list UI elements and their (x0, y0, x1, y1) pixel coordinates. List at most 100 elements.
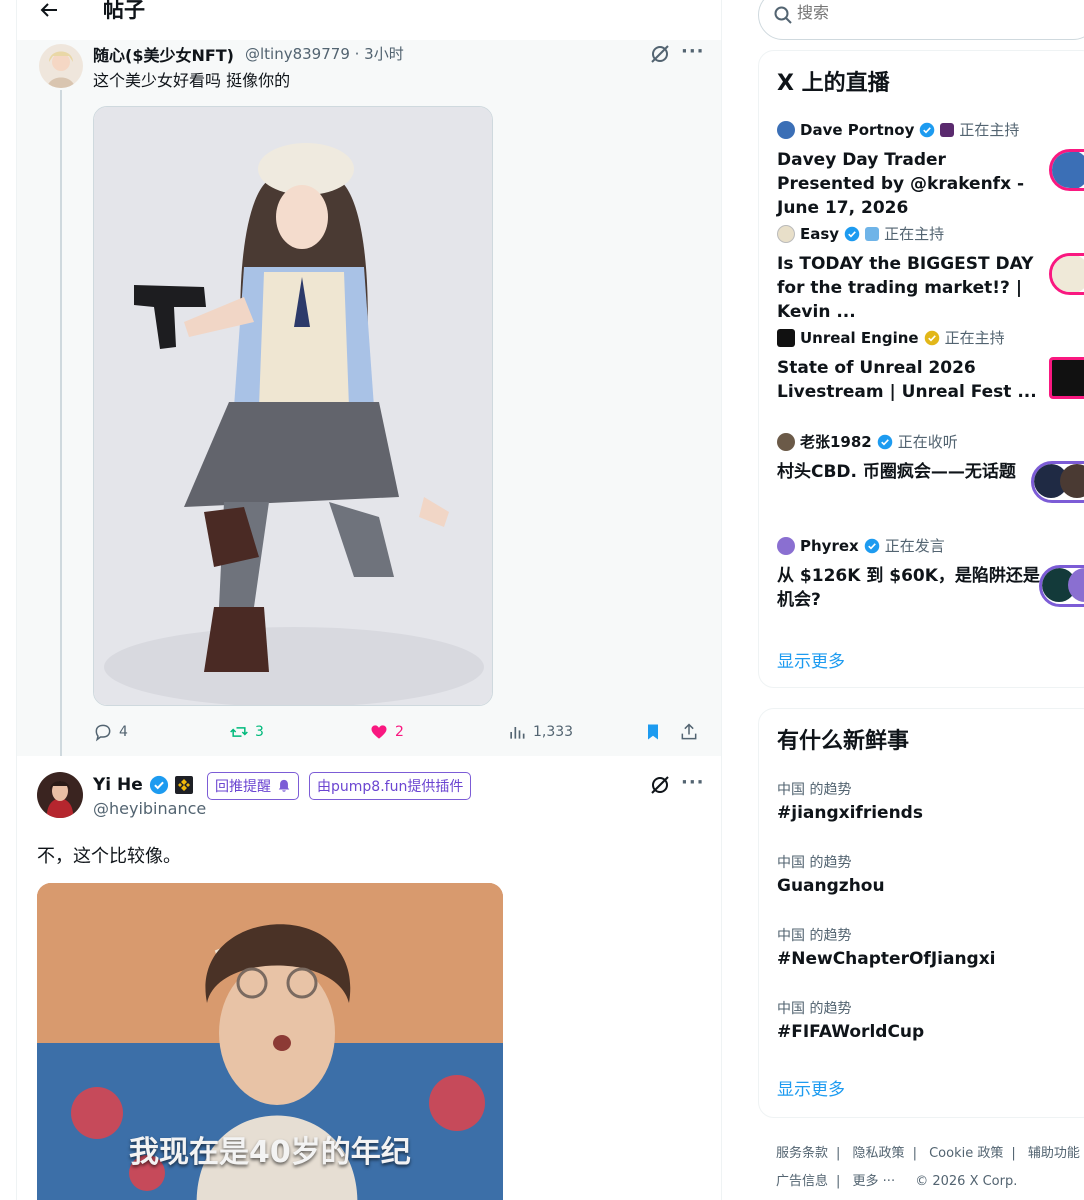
author-handle[interactable]: @ltiny839779 · 3小时 (245, 43, 404, 64)
footer-links: 服务条款 | 隐私政策 | Cookie 政策 | 辅助功能 广告信息 | 更多 ···… (776, 1146, 1080, 1189)
affiliate-icon (940, 122, 955, 137)
host-avatar (777, 328, 795, 347)
search-icon (774, 6, 792, 24)
terms-link[interactable]: 服务条款 (776, 1146, 828, 1161)
author-name-text: Yi He (93, 775, 143, 795)
host-avatar (777, 224, 795, 243)
verified-badge-icon (877, 434, 893, 449)
live-thumbnail (1031, 461, 1084, 503)
privacy-link[interactable]: 隐私政策 (853, 1146, 905, 1161)
repost-icon (230, 727, 248, 737)
verified-badge-icon (149, 775, 168, 795)
live-thumbnail (1049, 253, 1084, 295)
analytics-icon (510, 727, 525, 739)
accessibility-link[interactable]: 辅助功能 (1028, 1146, 1080, 1161)
views-button[interactable]: 1,333 (507, 720, 573, 744)
repost-reminder-label: 回推提醒 (215, 779, 271, 795)
host-name: 老张1982 (800, 433, 872, 451)
trend-context: 中国 的趋势 (777, 1001, 852, 1017)
more-icon[interactable]: ··· (681, 41, 704, 63)
views-count: 1,333 (533, 724, 574, 740)
host-avatar (777, 432, 795, 451)
post-image[interactable] (93, 106, 493, 706)
reply-button[interactable]: 4 (93, 720, 128, 744)
trend-item[interactable]: 中国 的趋势 #FIFAWorldCup (777, 998, 924, 1042)
live-title: Is TODAY the BIGGEST DAY for the trading… (777, 254, 1034, 322)
author-handle[interactable]: @heyibinance (93, 799, 206, 818)
live-thumbnail (1039, 565, 1084, 607)
bell-icon (278, 779, 290, 792)
trend-item[interactable]: 中国 的趋势 Guangzhou (777, 852, 885, 896)
live-thumbnail (1049, 149, 1084, 191)
reply-count: 4 (119, 724, 128, 740)
live-on-x-card: X 上的直播 Dave Portnoy 正在主持 Davey Day Trader… (758, 50, 1084, 688)
host-name: Dave Portnoy (800, 120, 915, 139)
page-title: 帖子 (103, 0, 145, 22)
trend-context: 中国 的趋势 (777, 928, 852, 944)
avatar[interactable] (37, 772, 83, 818)
host-status: 正在发言 (884, 537, 945, 555)
share-button[interactable] (679, 720, 699, 744)
host-status: 正在收听 (897, 433, 958, 451)
live-item[interactable]: Easy 正在主持 Is TODAY the BIGGEST DAY for th… (777, 223, 1084, 324)
binance-affiliate-icon (174, 776, 193, 794)
back-arrow-icon[interactable] (37, 0, 61, 22)
repost-count: 3 (255, 724, 264, 740)
share-icon (681, 723, 697, 740)
heart-icon (371, 725, 387, 739)
verified-badge-icon (844, 226, 860, 241)
grok-icon[interactable] (649, 774, 671, 796)
cookie-link[interactable]: Cookie 政策 (929, 1146, 1003, 1161)
live-item[interactable]: Dave Portnoy 正在主持 Davey Day Trader Presen… (777, 119, 1084, 220)
live-item[interactable]: 老张1982 正在收听 村头CBD. 币圈疯会——无话题 (777, 431, 1084, 503)
ads-info-link[interactable]: 广告信息 (776, 1174, 828, 1189)
repost-reminder-button[interactable]: 回推提醒 (207, 772, 299, 800)
post-reply[interactable]: Yi He 回推提醒 由pump8.fun提供插件 ··· @heyibinan… (17, 756, 721, 1200)
trends-section-title: 有什么新鲜事 (777, 729, 910, 754)
main-column: 随心($美少女NFT) @ltiny839779 · 3小时 ··· 这个美少女… (16, 0, 722, 1200)
search-input[interactable] (797, 3, 1057, 22)
like-button[interactable]: 2 (369, 720, 404, 744)
post-reply-parent[interactable]: 随心($美少女NFT) @ltiny839779 · 3小时 ··· 这个美少女… (17, 40, 721, 810)
copyright: © 2026 X Corp. (915, 1174, 1018, 1189)
host-avatar (777, 536, 795, 555)
author-name[interactable]: 随心($美少女NFT) (93, 42, 234, 66)
trend-context: 中国 的趋势 (777, 782, 852, 798)
live-item[interactable]: Unreal Engine 正在主持 State of Unreal 2026 L… (777, 327, 1084, 404)
trend-name: #NewChapterOfJiangxi (777, 949, 996, 969)
plugin-provider-label: 由pump8.fun提供插件 (317, 779, 464, 795)
plugin-provider-button[interactable]: 由pump8.fun提供插件 (309, 772, 472, 800)
verified-badge-icon (920, 122, 935, 137)
avatar[interactable] (39, 44, 83, 88)
live-thumbnail (1049, 357, 1084, 399)
host-status: 正在主持 (944, 329, 1005, 347)
grok-icon[interactable] (649, 43, 671, 65)
affiliate-icon (865, 226, 880, 241)
trend-name: #FIFAWorldCup (777, 1022, 925, 1042)
image-caption: 我现在是40岁的年纪 (129, 1135, 411, 1170)
more-link[interactable]: 更多 ··· (853, 1174, 896, 1189)
trends-show-more-link[interactable]: 显示更多 (777, 1075, 845, 1100)
trend-context: 中国 的趋势 (777, 855, 852, 871)
bookmark-button[interactable] (643, 720, 663, 744)
post-text: 不，这个比较像。 (37, 846, 181, 867)
more-icon[interactable]: ··· (681, 772, 705, 793)
live-show-more-link[interactable]: 显示更多 (777, 647, 845, 672)
verified-badge-icon (864, 538, 879, 553)
top-bar: 帖子 (17, 0, 721, 40)
live-item[interactable]: Phyrex 正在发言 从 $126K 到 $60K，是陷阱还是机会? (777, 535, 1084, 612)
host-status: 正在主持 (884, 225, 945, 243)
thread-line (60, 90, 62, 810)
whats-happening-card: 有什么新鲜事 中国 的趋势 #jiangxifriends 中国 的趋势 Gua… (758, 708, 1084, 1118)
verified-gold-badge-icon (924, 330, 939, 345)
author-name[interactable]: Yi He (93, 775, 193, 795)
post-text: 这个美少女好看吗 挺像你的 (93, 71, 291, 90)
search-box[interactable] (758, 0, 1084, 40)
host-name: Phyrex (800, 536, 859, 555)
post-image[interactable]: 我现在是40岁的年纪 (37, 883, 503, 1200)
trend-item[interactable]: 中国 的趋势 #jiangxifriends (777, 779, 923, 823)
host-name: Unreal Engine (800, 328, 919, 347)
trend-item[interactable]: 中国 的趋势 #NewChapterOfJiangxi (777, 925, 996, 969)
trend-name: #jiangxifriends (777, 803, 923, 823)
repost-button[interactable]: 3 (229, 720, 264, 744)
